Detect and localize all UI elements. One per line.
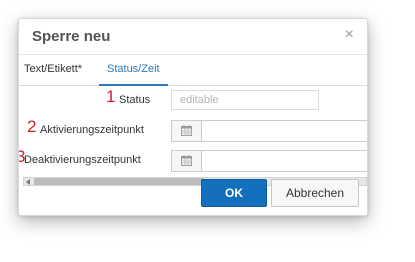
aktivierung-calendar-button[interactable] (172, 121, 202, 141)
sperre-dialog: Sperre neu × Text/Etikett* Status/Zeit 1… (18, 18, 368, 216)
status-field[interactable]: editable (171, 90, 319, 110)
cancel-button[interactable]: Abbrechen (271, 179, 359, 207)
ok-button[interactable]: OK (201, 179, 267, 207)
status-row: 1 Status editable (19, 87, 367, 112)
dialog-header: Sperre neu × (19, 19, 367, 55)
aktivierung-date-field (171, 120, 367, 142)
aktivierung-input[interactable] (202, 121, 367, 141)
aktivierung-row: 2 Aktivierungszeitpunkt (19, 117, 367, 142)
calendar-icon (181, 125, 192, 136)
tab-text-etikett[interactable]: Text/Etikett* (24, 55, 82, 84)
deaktivierung-input[interactable] (202, 151, 367, 171)
scroll-left-arrow-icon[interactable] (26, 179, 30, 185)
status-label: Status (119, 94, 151, 106)
page: Sperre neu × Text/Etikett* Status/Zeit 1… (0, 0, 415, 262)
aktivierung-label: Aktivierungszeitpunkt (40, 124, 144, 136)
deaktivierung-row: 3 Deaktivierungszeitpunkt (19, 147, 367, 172)
deaktivierung-date-field (171, 150, 367, 172)
tab-status-zeit[interactable]: Status/Zeit (99, 55, 168, 86)
deaktivierung-label: Deaktivierungszeitpunkt (24, 154, 141, 166)
close-icon[interactable]: × (345, 27, 354, 43)
deaktivierung-calendar-button[interactable] (172, 151, 202, 171)
tab-bar: Text/Etikett* Status/Zeit (19, 55, 367, 86)
dialog-title: Sperre neu (32, 28, 111, 45)
annotation-number-2: 2 (27, 117, 37, 136)
annotation-number-1: 1 (106, 87, 116, 106)
scroll-thumb[interactable] (34, 178, 204, 185)
calendar-icon (181, 155, 192, 166)
